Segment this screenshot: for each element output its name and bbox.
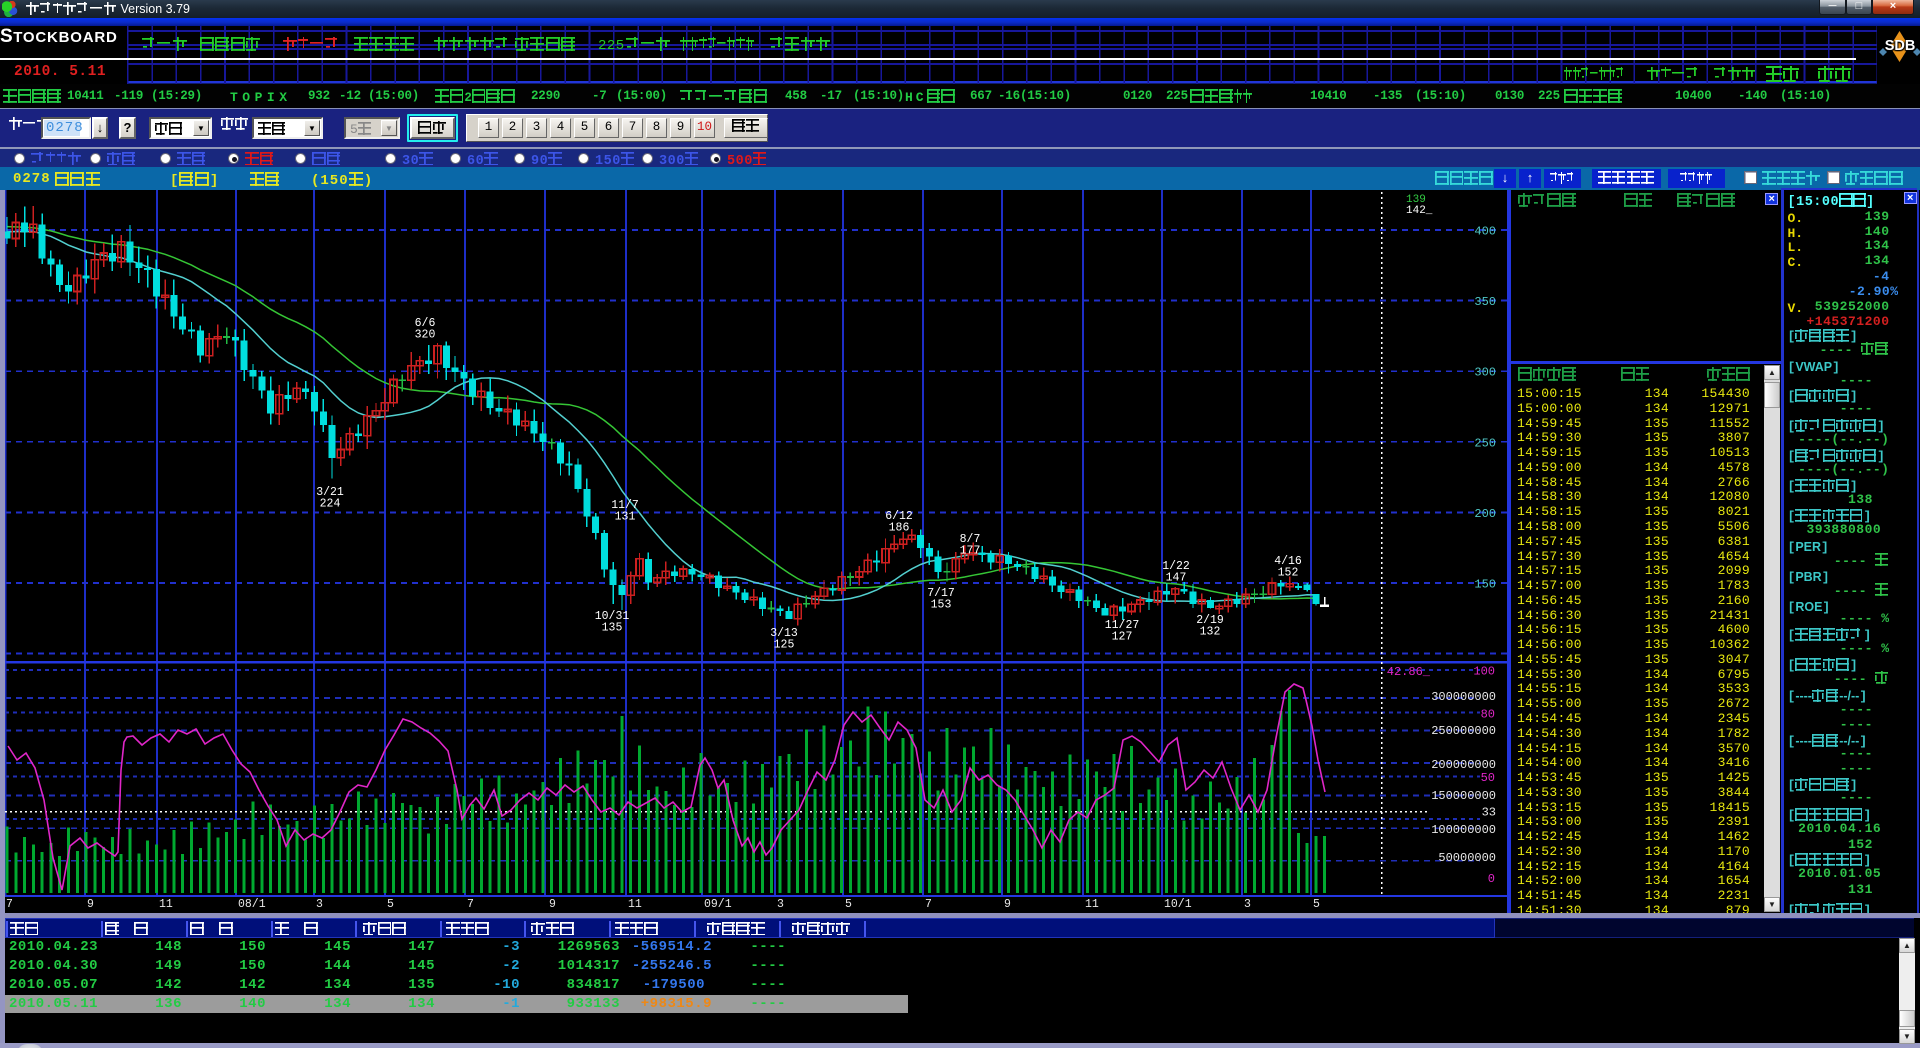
svg-text:09/1: 09/1: [704, 898, 732, 910]
svg-text:200: 200: [1474, 507, 1496, 521]
svg-text:400: 400: [1474, 225, 1496, 239]
svg-text:127: 127: [1112, 631, 1133, 644]
svg-text:142_: 142_: [1406, 205, 1433, 217]
svg-text:250: 250: [1474, 436, 1496, 450]
svg-text:320: 320: [415, 329, 436, 342]
svg-text:9: 9: [549, 898, 556, 910]
svg-text:11: 11: [159, 898, 173, 910]
svg-text:50: 50: [1481, 771, 1495, 785]
svg-text:42.86_: 42.86_: [1387, 665, 1431, 679]
svg-text:150: 150: [1474, 577, 1496, 591]
svg-text:5: 5: [1313, 898, 1320, 910]
svg-text:250000000: 250000000: [1431, 724, 1496, 738]
svg-text:300000000: 300000000: [1431, 690, 1496, 704]
svg-text:153: 153: [931, 599, 952, 612]
svg-text:177: 177: [960, 545, 981, 558]
svg-text:08/1: 08/1: [238, 898, 266, 910]
svg-text:3: 3: [1244, 898, 1251, 910]
svg-text:3: 3: [777, 898, 784, 910]
svg-text:132: 132: [1200, 626, 1221, 639]
svg-text:11: 11: [1085, 898, 1099, 910]
svg-text:11: 11: [628, 898, 642, 910]
svg-text:5: 5: [845, 898, 852, 910]
svg-text:152: 152: [1278, 567, 1299, 580]
svg-text:186: 186: [889, 522, 910, 535]
svg-text:350: 350: [1474, 295, 1496, 309]
svg-text:224: 224: [320, 498, 341, 511]
svg-text:150000000: 150000000: [1431, 789, 1496, 803]
svg-text:200000000: 200000000: [1431, 758, 1496, 772]
svg-text:131: 131: [615, 511, 636, 524]
svg-text:147: 147: [1166, 572, 1187, 585]
svg-text:300: 300: [1474, 366, 1496, 380]
svg-text:7: 7: [925, 898, 932, 910]
svg-text:9: 9: [1004, 898, 1011, 910]
svg-text:80: 80: [1481, 708, 1495, 722]
svg-text:5: 5: [387, 898, 394, 910]
svg-text:50000000: 50000000: [1438, 851, 1496, 865]
svg-text:10/1: 10/1: [1164, 898, 1192, 910]
svg-text:7: 7: [467, 898, 474, 910]
svg-text:7: 7: [6, 898, 13, 910]
svg-text:100: 100: [1473, 665, 1495, 679]
svg-text:135: 135: [602, 622, 623, 635]
svg-text:125: 125: [774, 639, 795, 652]
svg-text:0: 0: [1488, 872, 1495, 886]
svg-text:100000000: 100000000: [1431, 823, 1496, 837]
svg-text:3: 3: [316, 898, 323, 910]
svg-text:33: 33: [1482, 806, 1496, 820]
svg-text:9: 9: [87, 898, 94, 910]
